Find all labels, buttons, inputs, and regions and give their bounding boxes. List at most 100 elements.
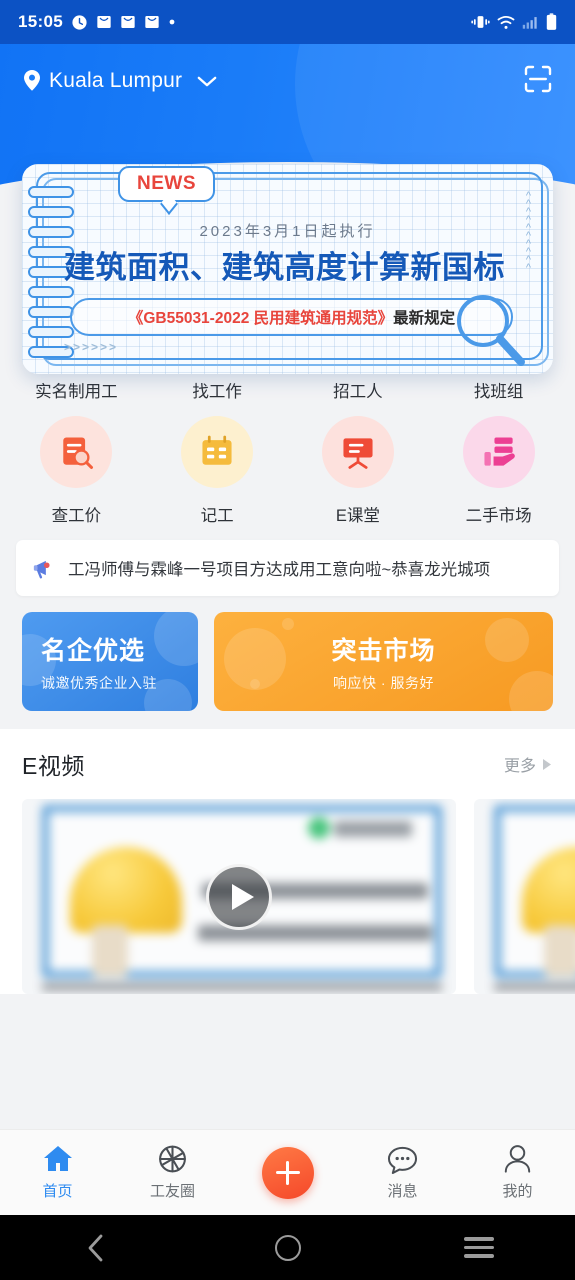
battery-icon — [546, 13, 557, 30]
map-pin-icon — [24, 70, 40, 91]
video-section: E视频 更多 — [0, 729, 575, 994]
status-bar-right — [471, 13, 557, 31]
location-label: Kuala Lumpur — [49, 69, 183, 92]
bubble-decoration — [509, 671, 553, 711]
hardhat-base-graphic — [92, 925, 128, 977]
hardhat-base-graphic — [544, 925, 575, 977]
shortcut-label: 招工人 — [333, 383, 383, 401]
thumbnail-underline — [494, 984, 575, 990]
banner-title: 建筑面积、建筑高度计算新国标 — [64, 250, 505, 285]
tab-worker-circle[interactable]: 工友圈 — [115, 1144, 230, 1201]
shortcut-item-checkprice[interactable]: 查工价 — [6, 406, 147, 530]
calendar-icon-bg — [181, 416, 254, 488]
nav-recents-button[interactable] — [383, 1237, 575, 1258]
video-section-header: E视频 更多 — [0, 731, 575, 789]
chevron-down-icon — [197, 76, 217, 86]
tab-create[interactable] — [230, 1146, 345, 1199]
status-bar-left: 15:05 — [18, 12, 471, 32]
chevron-left-icon — [88, 1234, 103, 1261]
mail-icon — [97, 16, 111, 28]
shortcut-label: 查工价 — [51, 507, 102, 525]
hamburger-icon — [464, 1237, 495, 1258]
location-selector[interactable]: Kuala Lumpur — [22, 69, 523, 93]
banner-standard-code: 《GB55031-2022 民用建筑通用规范》 — [127, 310, 394, 327]
shortcut-item-timesheet[interactable]: 记工 — [147, 406, 288, 530]
promo-card-enterprise[interactable]: 名企优选 诚邀优秀企业入驻 — [22, 612, 198, 711]
shortcut-label: 实名制用工 — [35, 383, 118, 401]
banner-standard-suffix: 最新规定 — [393, 310, 456, 327]
header-bar: Kuala Lumpur — [0, 44, 575, 118]
dot-icon — [169, 19, 175, 25]
video-more-label: 更多 — [503, 758, 536, 775]
price-search-icon-bg — [40, 416, 113, 488]
shortcut-item-eclassroom[interactable]: E课堂 — [288, 406, 429, 530]
news-banner[interactable]: ^ ^ ^ ^ ^ ^ ^ ^ ^ ^ NEWS 2023年3月1日起执行 建筑面积、建筑高度计算… — [22, 164, 553, 374]
promo-title: 突击市场 — [331, 636, 436, 665]
price-search-icon — [63, 437, 94, 469]
scan-qr-button[interactable] — [523, 64, 553, 99]
promo-card-market[interactable]: 突击市场 响应快 · 服务好 — [214, 612, 553, 711]
bubble-decoration — [250, 679, 260, 689]
mail-icon — [145, 16, 159, 28]
video-card[interactable] — [22, 799, 456, 994]
video-more-button[interactable]: 更多 — [504, 752, 553, 776]
tab-messages[interactable]: 消息 — [345, 1145, 460, 1201]
wifi-icon — [497, 15, 515, 29]
news-badge: NEWS — [118, 166, 215, 202]
alarm-icon — [72, 14, 87, 30]
video-carousel[interactable] — [0, 789, 575, 994]
shortcut-label: E课堂 — [335, 507, 380, 525]
banner-date: 2023年3月1日起执行 — [199, 223, 376, 240]
play-button[interactable] — [206, 863, 272, 930]
hand-goods-icon-bg — [462, 416, 535, 488]
bottom-tab-bar: 首页 工友圈 消息 我的 — [0, 1129, 575, 1215]
blackboard-icon-bg — [321, 416, 394, 488]
bubble-decoration — [282, 618, 294, 630]
app-header: Kuala Lumpur ^ ^ ^ ^ ^ ^ ^ ^ ^ ^ NEWS 2023年3月1日起执… — [0, 44, 575, 374]
status-bar-clock: 15:05 — [18, 12, 63, 31]
banner-standard: 《GB55031-2022 民用建筑通用规范》最新规定 — [70, 298, 513, 336]
signal-icon — [522, 16, 537, 29]
shortcut-item-secondhand[interactable]: 二手市场 — [428, 406, 569, 530]
plus-fab-icon[interactable] — [261, 1146, 314, 1199]
video-card[interactable] — [474, 799, 575, 994]
bubble-decoration — [485, 618, 529, 662]
magnifier-icon — [457, 295, 525, 366]
shortcut-label: 找班组 — [473, 383, 524, 401]
notice-ticker[interactable]: 工冯师傅与霖峰一号项目方达成用工意向啦~恭喜龙光城项 — [16, 540, 559, 596]
shortcut-label: 找工作 — [192, 383, 242, 401]
promo-row: 名企优选 诚邀优秀企业入驻 突击市场 响应快 · 服务好 — [22, 612, 553, 711]
scan-qr-icon — [524, 65, 552, 92]
android-navigation-bar — [0, 1215, 575, 1280]
mail-icon — [121, 16, 135, 28]
video-thumbnail — [474, 799, 575, 994]
tab-label: 消息 — [387, 1182, 418, 1200]
blackboard-icon — [343, 438, 373, 469]
shortcut-label: 二手市场 — [465, 507, 532, 525]
home-icon — [43, 1146, 72, 1171]
chevron-right-icon — [543, 758, 551, 770]
promo-title: 名企优选 — [41, 636, 146, 665]
video-section-title: E视频 — [22, 753, 85, 779]
tab-label: 工友圈 — [149, 1183, 195, 1200]
calendar-icon — [202, 435, 232, 465]
tab-profile[interactable]: 我的 — [460, 1144, 575, 1201]
tab-label: 我的 — [502, 1183, 533, 1200]
notice-text: 工冯师傅与霖峰一号项目方达成用工意向啦~恭喜龙光城项 — [68, 561, 491, 579]
status-bar: 15:05 — [0, 0, 575, 44]
promo-subtitle: 诚邀优秀企业入驻 — [41, 674, 157, 691]
tab-home[interactable]: 首页 — [0, 1144, 115, 1201]
tab-label: 首页 — [42, 1183, 73, 1200]
person-icon — [504, 1145, 531, 1173]
megaphone-icon — [33, 560, 50, 579]
thumbnail-badge-dot — [308, 817, 330, 839]
hand-goods-icon — [484, 437, 515, 466]
aperture-icon — [159, 1145, 186, 1173]
chat-bubble-icon — [387, 1146, 418, 1174]
vibrate-icon — [471, 16, 490, 28]
shortcut-row: 查工价 记工 E课堂 二手市场 — [6, 406, 569, 530]
promo-subtitle: 响应快 · 服务好 — [333, 674, 434, 691]
thumbnail-badge-text — [334, 821, 412, 837]
nav-home-button[interactable] — [192, 1234, 384, 1261]
nav-back-button[interactable] — [0, 1232, 192, 1264]
